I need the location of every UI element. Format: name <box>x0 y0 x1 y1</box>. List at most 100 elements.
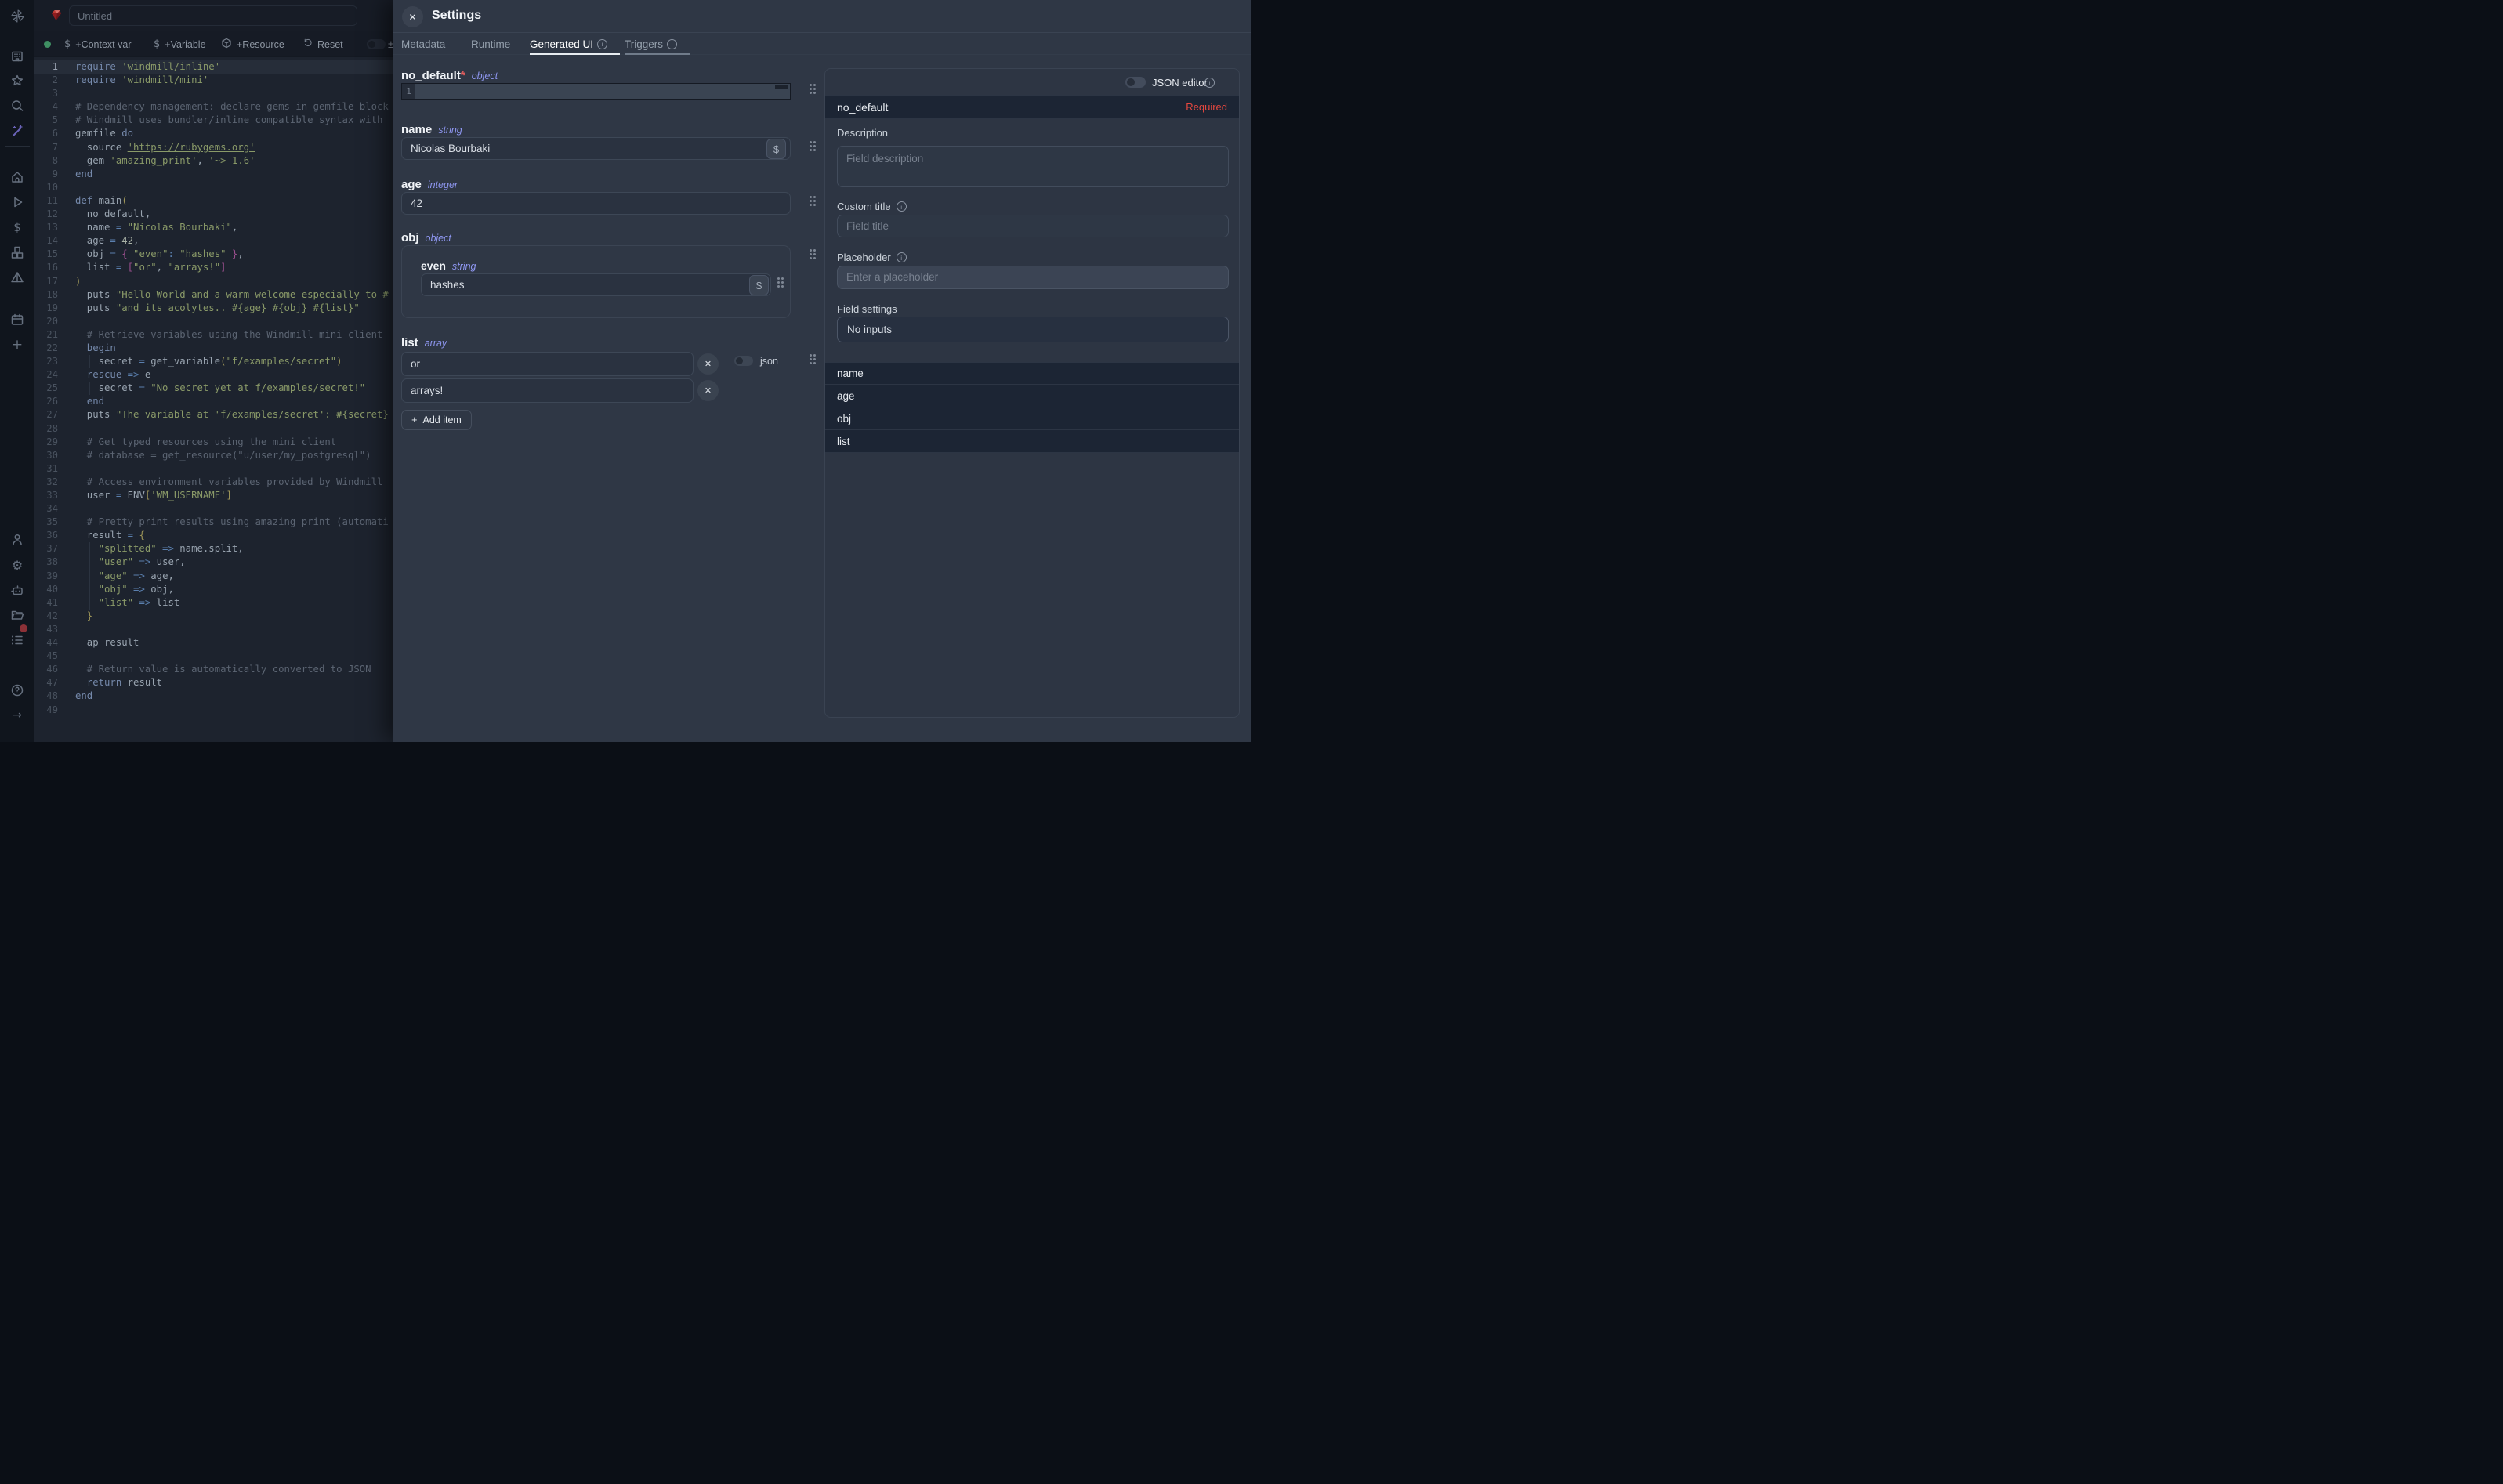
code-line[interactable]: 34 <box>34 502 393 516</box>
code-editor[interactable]: 1require 'windmill/inline'2require 'wind… <box>34 57 393 742</box>
list-item-input-0[interactable] <box>401 352 694 376</box>
insert-variable-button[interactable]: $ <box>749 275 769 295</box>
menu-list-icon[interactable] <box>0 631 34 650</box>
workspace-icon[interactable] <box>0 47 34 66</box>
code-line[interactable]: 21 # Retrieve variables using the Windmi… <box>34 328 393 342</box>
drag-handle[interactable] <box>810 84 817 96</box>
placeholder-textarea[interactable] <box>837 266 1229 289</box>
schedules-pyramid-icon[interactable] <box>0 268 34 287</box>
windmill-logo-icon[interactable] <box>0 6 34 25</box>
home-icon[interactable] <box>0 168 34 186</box>
even-input[interactable] <box>421 273 771 296</box>
remove-item-icon[interactable]: ✕ <box>697 380 719 401</box>
code-line[interactable]: 30 # database = get_resource("u/user/my_… <box>34 449 393 462</box>
add-item-button[interactable]: + Add item <box>401 410 472 430</box>
code-line[interactable]: 43 <box>34 623 393 636</box>
code-line[interactable]: 22 begin <box>34 342 393 355</box>
code-line[interactable]: 32 # Access environment variables provid… <box>34 476 393 489</box>
code-line[interactable]: 33 user = ENV['WM_USERNAME'] <box>34 489 393 502</box>
code-line[interactable]: 5# Windmill uses bundler/inline compatib… <box>34 114 393 127</box>
drag-handle[interactable] <box>810 141 817 153</box>
reset-button[interactable]: Reset <box>302 31 343 57</box>
code-line[interactable]: 23 secret = get_variable("f/examples/sec… <box>34 355 393 368</box>
resources-boxes-icon[interactable] <box>0 243 34 262</box>
code-line[interactable]: 18 puts "Hello World and a warm welcome … <box>34 288 393 302</box>
code-line[interactable]: 31 <box>34 462 393 476</box>
json-editor-toggle[interactable] <box>1125 77 1146 88</box>
code-line[interactable]: 36 result = { <box>34 529 393 542</box>
tab-triggers[interactable]: Triggers i <box>625 33 677 55</box>
code-line[interactable]: 41 "list" => list <box>34 596 393 610</box>
code-line[interactable]: 13 name = "Nicolas Bourbaki", <box>34 221 393 234</box>
code-line[interactable]: 1require 'windmill/inline' <box>34 60 393 74</box>
code-line[interactable]: 35 # Pretty print results using amazing_… <box>34 516 393 529</box>
code-line[interactable]: 39 "age" => age, <box>34 570 393 583</box>
code-line[interactable]: 9end <box>34 168 393 181</box>
code-line[interactable]: 49 <box>34 704 393 717</box>
settings-gear-icon[interactable]: ⚙ <box>0 556 34 574</box>
calendar-icon[interactable] <box>0 310 34 329</box>
code-line[interactable]: 20 <box>34 315 393 328</box>
code-line[interactable]: 10 <box>34 181 393 194</box>
json-mode-toggle[interactable] <box>734 356 753 366</box>
code-line[interactable]: 14 age = 42, <box>34 234 393 248</box>
code-line[interactable]: 15 obj = { "even": "hashes" }, <box>34 248 393 261</box>
code-line[interactable]: 2require 'windmill/mini' <box>34 74 393 87</box>
tab-generated-ui[interactable]: Generated UI i <box>530 33 607 55</box>
age-input[interactable] <box>401 192 791 215</box>
tab-runtime[interactable]: Runtime <box>471 33 510 55</box>
code-line[interactable]: 11def main( <box>34 194 393 208</box>
variables-dollar-icon[interactable]: $ <box>0 218 34 237</box>
code-line[interactable]: 47 return result <box>34 676 393 690</box>
drag-handle[interactable] <box>777 277 785 289</box>
selected-field-row[interactable]: no_default Required <box>825 95 1239 119</box>
description-textarea[interactable] <box>837 146 1229 187</box>
code-line[interactable]: 29 # Get typed resources using the mini … <box>34 436 393 449</box>
code-line[interactable]: 46 # Return value is automatically conve… <box>34 663 393 676</box>
code-line[interactable]: 3 <box>34 87 393 100</box>
code-line[interactable]: 4# Dependency management: declare gems i… <box>34 100 393 114</box>
name-input[interactable] <box>401 137 791 160</box>
folders-icon[interactable] <box>0 606 34 624</box>
code-line[interactable]: 19 puts "and its acolytes.. #{age} #{obj… <box>34 302 393 315</box>
ai-wand-icon[interactable] <box>0 121 34 140</box>
code-line[interactable]: 24 rescue => e <box>34 368 393 382</box>
code-line[interactable]: 42 } <box>34 610 393 623</box>
diff-mode-toggle[interactable] <box>367 39 386 49</box>
add-resource-button[interactable]: +Resource <box>221 31 284 57</box>
custom-title-input[interactable] <box>837 215 1229 237</box>
search-icon[interactable] <box>0 96 34 115</box>
user-icon[interactable] <box>0 530 34 549</box>
code-line[interactable]: 45 <box>34 650 393 663</box>
insert-variable-button[interactable]: $ <box>766 139 786 159</box>
add-context-var-button[interactable]: $ +Context var <box>64 31 132 57</box>
code-line[interactable]: 25 secret = "No secret yet at f/examples… <box>34 382 393 395</box>
remove-item-icon[interactable]: ✕ <box>697 353 719 375</box>
no-default-json-editor[interactable]: 1 <box>401 83 791 100</box>
favorites-star-icon[interactable] <box>0 71 34 90</box>
field-row-age[interactable]: age <box>825 385 1239 407</box>
add-variable-button[interactable]: $ +Variable <box>154 31 206 57</box>
drag-handle[interactable] <box>810 354 817 366</box>
script-title-input[interactable]: Untitled <box>69 5 357 26</box>
code-line[interactable]: 48end <box>34 690 393 703</box>
code-line[interactable]: 26 end <box>34 395 393 408</box>
field-row-name[interactable]: name <box>825 362 1239 385</box>
runs-play-icon[interactable] <box>0 193 34 212</box>
code-line[interactable]: 38 "user" => user, <box>34 556 393 569</box>
code-line[interactable]: 28 <box>34 422 393 436</box>
close-icon[interactable]: ✕ <box>402 6 423 27</box>
drag-handle[interactable] <box>810 196 817 208</box>
collapse-arrow-icon[interactable]: → <box>0 706 34 725</box>
help-icon[interactable] <box>0 681 34 700</box>
code-line[interactable]: 40 "obj" => obj, <box>34 583 393 596</box>
code-line[interactable]: 44 ap result <box>34 636 393 650</box>
code-line[interactable]: 37 "splitted" => name.split, <box>34 542 393 556</box>
field-row-list[interactable]: list <box>825 430 1239 453</box>
code-line[interactable]: 12 no_default, <box>34 208 393 221</box>
code-line[interactable]: 17) <box>34 275 393 288</box>
code-line[interactable]: 7 source 'https://rubygems.org' <box>34 141 393 154</box>
field-row-obj[interactable]: obj <box>825 407 1239 430</box>
list-item-input-1[interactable] <box>401 378 694 403</box>
add-plus-icon[interactable]: + <box>0 335 34 354</box>
